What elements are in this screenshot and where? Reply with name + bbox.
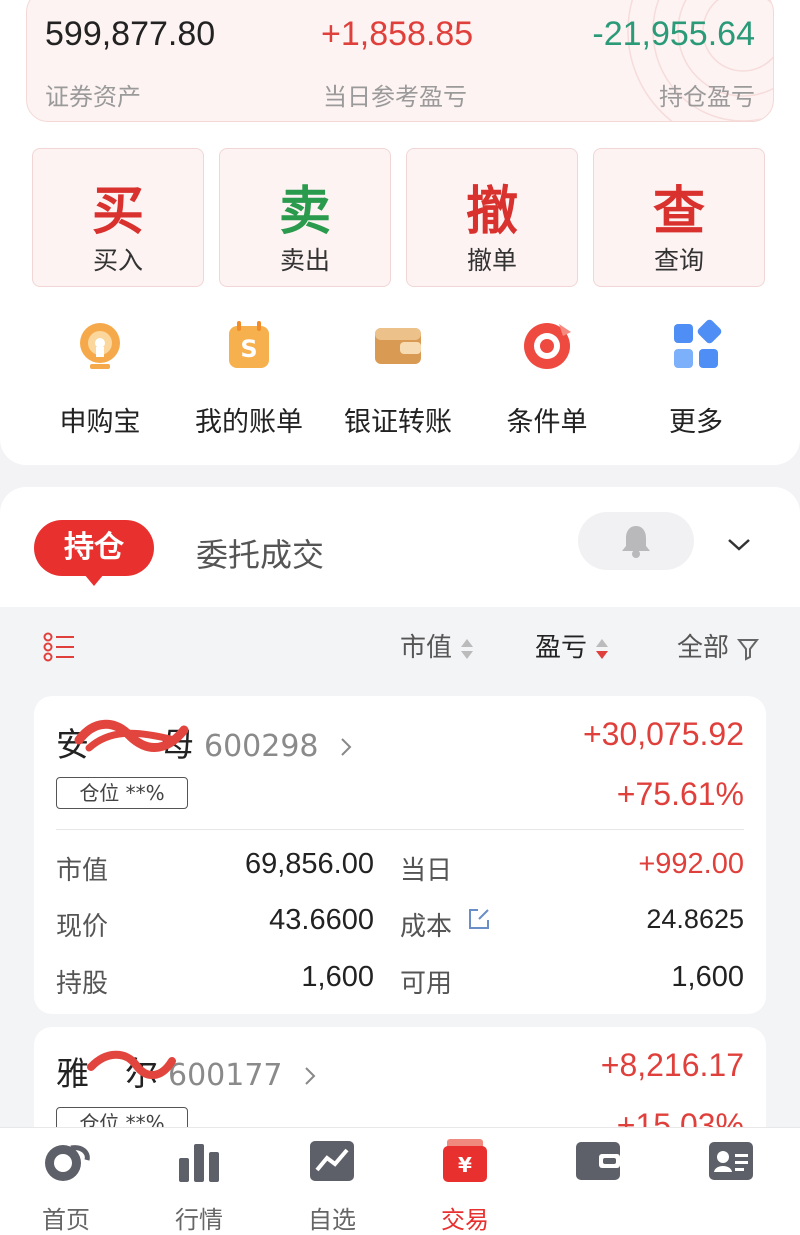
tab-holdings[interactable]: 持仓 (34, 520, 154, 586)
holding-pl-percent: +75.61% (616, 776, 744, 812)
available-label: 可用 (400, 969, 453, 999)
stock-name: 安母 600298 (56, 718, 355, 766)
buy-label: 买入 (92, 246, 143, 275)
position-tag: 仓位 **% (56, 1107, 188, 1127)
wallet-icon (375, 328, 421, 364)
nav-watchlist[interactable]: 自选 (282, 1136, 382, 1235)
sort-desc-icon (596, 638, 609, 659)
holding-pl-value: -21,955.64 (592, 15, 755, 53)
current-price: 43.6600 (269, 904, 374, 936)
holding-card[interactable]: 雅尔 600177 +8,216.17 仓位 **% +15.03% (34, 1027, 766, 1127)
cancel-char: 撤 (465, 182, 518, 242)
buy-button[interactable]: 买 买入 (32, 148, 204, 287)
trade-icon: ¥ (443, 1139, 487, 1182)
filter-all[interactable]: 全部 (677, 627, 760, 664)
daily-pl-label: 当日参考盈亏 (323, 83, 467, 111)
grid-icon (674, 319, 722, 368)
tool-label: 我的账单 (195, 407, 303, 438)
tool-bank-transfer[interactable]: 银证转账 (323, 318, 473, 439)
query-label: 查询 (653, 246, 704, 275)
sort-profit-loss[interactable]: 盈亏 (535, 627, 609, 664)
tool-subscription[interactable]: 申购宝 (25, 318, 175, 439)
target-icon (524, 323, 571, 369)
query-button[interactable]: 查 查询 (593, 148, 765, 287)
filter-icon (737, 638, 760, 661)
shares-label: 持股 (56, 969, 109, 999)
tab-orders-trades[interactable]: 委托成交 (196, 530, 324, 576)
stock-code: 600298 (204, 729, 319, 764)
chevron-right-icon (341, 737, 352, 756)
shares-value: 1,600 (301, 961, 374, 993)
wallet-icon (576, 1142, 620, 1180)
list-view-icon[interactable] (42, 629, 78, 665)
alert-toggle-button[interactable] (578, 512, 694, 570)
cancel-label: 撤单 (466, 246, 517, 275)
tool-label: 条件单 (506, 407, 588, 438)
nav-assets[interactable] (548, 1136, 648, 1200)
top-section: 599,877.80 证券资产 +1,858.85 当日参考盈亏 -21,955… (0, 0, 800, 465)
daily-pl: +992.00 (638, 848, 744, 880)
market-value: 69,856.00 (244, 848, 374, 880)
svg-text:S: S (240, 335, 257, 363)
position-tag: 仓位 **% (56, 777, 188, 809)
price-label: 现价 (56, 912, 109, 942)
stock-code: 600177 (168, 1058, 283, 1093)
query-char: 查 (652, 182, 705, 242)
tab-holdings-label: 持仓 (64, 530, 124, 565)
bottom-nav: 首页 行情 自选 ¥ 交易 (0, 1127, 800, 1235)
holding-pl-amount: +8,216.17 (600, 1047, 744, 1083)
total-asset-label: 证券资产 (45, 83, 141, 111)
tool-my-bill[interactable]: S 我的账单 (174, 318, 324, 439)
chevron-right-icon (305, 1066, 316, 1085)
holding-pl-amount: +30,075.92 (582, 716, 744, 752)
cost-label[interactable]: 成本 (400, 906, 492, 943)
edit-icon (469, 909, 490, 929)
nav-profile[interactable] (681, 1136, 781, 1200)
holding-card[interactable]: 安母 600298 +30,075.92 仓位 **% +75.61% 市值 69… (34, 696, 766, 1014)
bill-icon: S (229, 321, 269, 368)
tool-label: 更多 (669, 407, 723, 438)
bell-icon (622, 526, 650, 558)
sell-button[interactable]: 卖 卖出 (219, 148, 391, 287)
sort-arrows-icon (461, 638, 474, 659)
tool-label: 申购宝 (59, 407, 141, 438)
total-asset-value: 599,877.80 (45, 15, 216, 53)
nav-home[interactable]: 首页 (16, 1136, 116, 1235)
holdings-list[interactable]: 市值 盈亏 全部 安母 600298 +30,075.92 仓位 **% +75… (0, 607, 800, 1127)
home-icon (45, 1145, 90, 1181)
holding-pl-percent: +15.03% (616, 1107, 744, 1127)
bulb-icon (80, 323, 120, 369)
market-value-label: 市值 (56, 856, 109, 886)
holding-pl-label: 持仓盈亏 (659, 83, 755, 111)
sell-char: 卖 (278, 182, 331, 242)
tool-conditional-order[interactable]: 条件单 (472, 318, 622, 439)
chevron-down-icon[interactable] (724, 529, 754, 559)
buy-char: 买 (91, 182, 144, 242)
nav-market[interactable]: 行情 (149, 1136, 249, 1235)
stock-name: 雅尔 600177 (56, 1047, 319, 1095)
tool-label: 银证转账 (344, 407, 452, 438)
daily-pl-value: +1,858.85 (321, 15, 474, 53)
daily-label: 当日 (400, 856, 453, 886)
assets-summary-card[interactable]: 599,877.80 证券资产 +1,858.85 当日参考盈亏 -21,955… (26, 0, 774, 122)
holdings-tabs-bar: 持仓 委托成交 (0, 487, 800, 607)
bar-chart-icon (179, 1144, 219, 1182)
tool-more[interactable]: 更多 (621, 318, 771, 439)
sell-label: 卖出 (279, 246, 330, 275)
cancel-order-button[interactable]: 撤 撤单 (406, 148, 578, 287)
sort-market-value[interactable]: 市值 (400, 627, 474, 664)
cost-value: 24.8625 (646, 904, 744, 934)
sort-bar: 市值 盈亏 全部 (0, 607, 800, 687)
svg-text:¥: ¥ (458, 1153, 472, 1177)
nav-trade[interactable]: ¥ 交易 (415, 1136, 515, 1235)
line-chart-icon (310, 1141, 354, 1181)
contact-card-icon (709, 1142, 753, 1180)
available-value: 1,600 (671, 961, 744, 993)
